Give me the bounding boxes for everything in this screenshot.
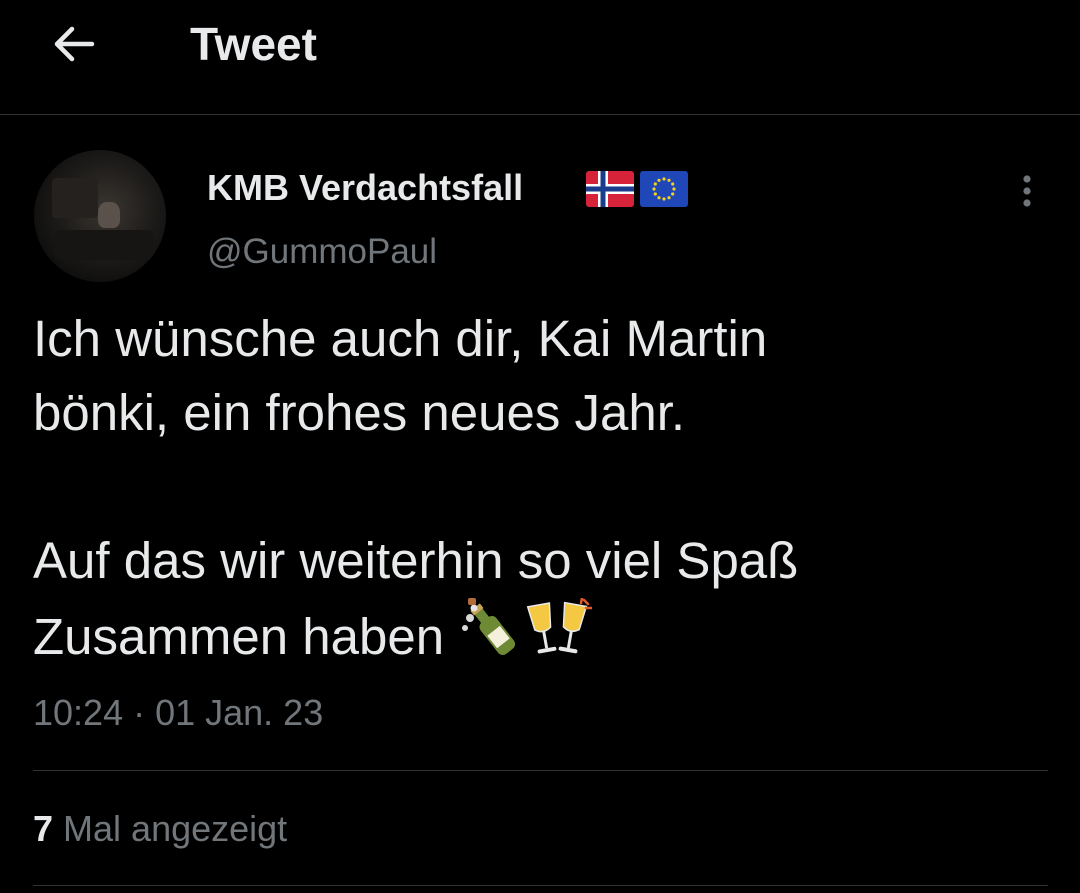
clinking-glasses-icon [526, 598, 593, 654]
top-bar: Tweet [0, 0, 1080, 115]
tweet-line-with-emoji: Zusammen haben [33, 598, 1043, 674]
divider [33, 770, 1048, 771]
tweet-line: Ich wünsche auch dir, Kai Martin [33, 310, 768, 367]
page-title: Tweet [190, 18, 317, 70]
back-button[interactable] [48, 20, 100, 68]
eu-flag-icon [640, 171, 688, 207]
tweet-line: bönki, ein frohes neues Jahr. [33, 384, 686, 441]
norway-flag-icon [586, 171, 634, 207]
flag-emojis [586, 171, 688, 207]
arrow-left-icon [54, 26, 95, 62]
bottle-with-popping-cork-icon [462, 598, 516, 655]
more-options-button[interactable] [1010, 170, 1044, 214]
view-count-label: Mal angezeigt [63, 808, 288, 849]
divider [33, 885, 1048, 886]
tweet-text: Ich wünsche auch dir, Kai Martin bönki, … [33, 302, 1043, 674]
user-handle[interactable]: @GummoPaul [207, 230, 437, 274]
view-count: 7 Mal angezeigt [33, 806, 287, 852]
tweet-timestamp[interactable]: 10:24 · 01 Jan. 23 [33, 690, 323, 736]
avatar[interactable] [34, 150, 166, 282]
tweet-line: Auf das wir weiterhin so viel Spaß [33, 532, 799, 589]
view-count-number: 7 [33, 808, 54, 849]
display-name[interactable]: KMB Verdachtsfall [207, 166, 523, 210]
more-vertical-icon [1023, 175, 1031, 207]
tweet-line: Zusammen haben [33, 608, 445, 665]
